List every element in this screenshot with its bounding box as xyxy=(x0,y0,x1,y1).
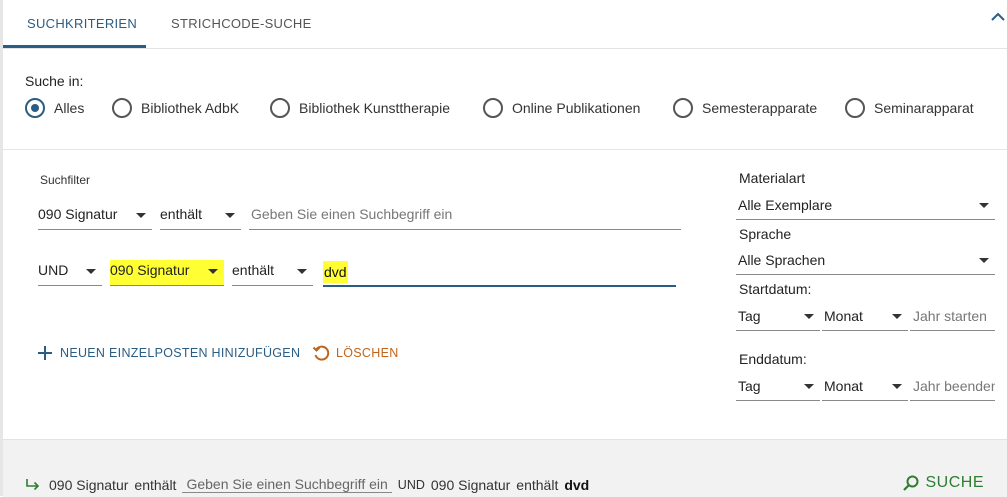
summary-operator: enthält xyxy=(134,476,177,493)
search-term-input-row1[interactable]: Geben Sie einen Suchbegriff ein xyxy=(249,204,681,230)
materialart-select[interactable]: Alle Exemplare xyxy=(736,194,995,220)
start-month-select[interactable]: Monat xyxy=(822,305,908,331)
scope-radio-alles[interactable]: Alles xyxy=(25,96,84,120)
search-button[interactable]: SUCHE xyxy=(902,474,984,492)
scope-label: Bibliothek Kunsttherapie xyxy=(299,100,450,116)
enddatum-label: Enddatum: xyxy=(739,351,807,367)
active-tab-indicator xyxy=(3,45,146,48)
scope-label: Alles xyxy=(54,100,85,116)
divider xyxy=(3,149,1007,150)
select-value: UND xyxy=(38,262,69,278)
clear-button[interactable]: LÖSCHEN xyxy=(312,344,399,362)
summary-term-placeholder[interactable]: Geben Sie einen Suchbegriff ein xyxy=(182,476,392,493)
tab-bar: SUCHKRITERIEN STRICHCODE-SUCHE xyxy=(3,0,1007,49)
radio-icon xyxy=(673,98,693,118)
caret-down-icon xyxy=(892,384,902,389)
end-month-select[interactable]: Monat xyxy=(822,375,908,401)
scope-radio-online-publikationen[interactable]: Online Publikationen xyxy=(483,96,640,120)
chevron-up-icon[interactable] xyxy=(989,8,1007,26)
summary-term-value: dvd xyxy=(564,476,590,493)
scope-label: Online Publikationen xyxy=(512,100,641,116)
scope-radio-semesterapparate[interactable]: Semesterapparate xyxy=(673,96,817,120)
scope-radio-seminarapparat[interactable]: Seminarapparat xyxy=(845,96,974,120)
sprache-select[interactable]: Alle Sprachen xyxy=(736,249,995,275)
operator-select-row1[interactable]: enthält xyxy=(160,204,241,230)
summary-connector: UND xyxy=(397,477,425,492)
input-value: dvd xyxy=(323,261,348,283)
summary-field: 090 Signatur xyxy=(49,476,129,493)
input-placeholder: Geben Sie einen Suchbegriff ein xyxy=(251,206,453,222)
sprache-label: Sprache xyxy=(739,226,792,242)
start-year-input[interactable]: Jahr starten xyxy=(910,305,995,331)
caret-down-icon xyxy=(86,269,96,274)
select-value: enthält xyxy=(160,206,203,222)
scope-radio-bibliothek-adbk[interactable]: Bibliothek AdbK xyxy=(112,96,239,120)
select-value: Alle Sprachen xyxy=(738,252,826,268)
select-value: enthält xyxy=(232,262,275,278)
caret-down-icon xyxy=(979,258,989,263)
materialart-label: Materialart xyxy=(739,170,806,186)
connector-select-row2[interactable]: UND xyxy=(38,260,102,286)
search-term-input-row2[interactable]: dvd xyxy=(323,261,676,287)
radio-icon xyxy=(845,98,865,118)
radio-icon xyxy=(112,98,132,118)
caret-down-icon xyxy=(804,314,814,319)
tab-suchkriterien[interactable]: SUCHKRITERIEN xyxy=(27,16,137,31)
summary-field: 090 Signatur xyxy=(430,476,511,493)
scope-label: Semesterapparate xyxy=(702,100,818,116)
scope-label: Seminarapparat xyxy=(874,100,974,116)
select-value: 090 Signatur xyxy=(38,206,118,222)
undo-icon xyxy=(312,345,330,361)
query-summary-bar: 090 Signatur enthält Geben Sie einen Suc… xyxy=(3,439,1007,497)
search-button-label: SUCHE xyxy=(925,474,984,491)
field-select-row1[interactable]: 090 Signatur xyxy=(38,204,152,230)
summary-operator: enthält xyxy=(516,476,559,493)
search-panel xyxy=(0,0,1007,496)
arrow-right-icon xyxy=(26,478,40,490)
caret-down-icon xyxy=(136,213,146,218)
field-select-row2[interactable]: 090 Signatur xyxy=(110,260,224,286)
end-day-select[interactable]: Tag xyxy=(736,375,820,401)
select-value: Tag xyxy=(738,378,761,394)
caret-down-icon xyxy=(804,384,814,389)
operator-select-row2[interactable]: enthält xyxy=(232,260,313,286)
select-value: Monat xyxy=(824,308,863,324)
start-day-select[interactable]: Tag xyxy=(736,305,820,331)
caret-down-icon xyxy=(208,269,218,274)
caret-down-icon xyxy=(979,203,989,208)
plus-icon xyxy=(38,346,52,360)
caret-down-icon xyxy=(225,213,235,218)
search-icon xyxy=(903,475,919,491)
add-row-label: NEUEN EINZELPOSTEN HINIZUFÜGEN xyxy=(60,346,301,360)
caret-down-icon xyxy=(297,269,307,274)
radio-icon xyxy=(270,98,290,118)
end-year-input[interactable]: Jahr beenden xyxy=(910,375,995,401)
search-scope-label: Suche in: xyxy=(25,73,84,89)
radio-checked-icon xyxy=(25,98,45,118)
caret-down-icon xyxy=(892,314,902,319)
select-value: Alle Exemplare xyxy=(738,197,833,213)
select-value: Monat xyxy=(824,378,863,394)
clear-label: LÖSCHEN xyxy=(336,346,399,360)
input-placeholder: Jahr starten xyxy=(913,308,987,324)
radio-icon xyxy=(483,98,503,118)
select-value: 090 Signatur xyxy=(110,262,190,278)
add-row-button[interactable]: NEUEN EINZELPOSTEN HINIZUFÜGEN xyxy=(36,344,300,362)
query-summary: 090 Signatur enthält Geben Sie einen Suc… xyxy=(25,476,589,493)
input-placeholder: Jahr beenden xyxy=(913,378,995,394)
tab-strichcode-suche[interactable]: STRICHCODE-SUCHE xyxy=(171,16,312,31)
startdatum-label: Startdatum: xyxy=(739,281,812,297)
scope-radio-bibliothek-kunsttherapie[interactable]: Bibliothek Kunsttherapie xyxy=(270,96,450,120)
scope-label: Bibliothek AdbK xyxy=(141,100,240,116)
search-filter-label: Suchfilter xyxy=(40,173,91,187)
select-value: Tag xyxy=(738,308,761,324)
